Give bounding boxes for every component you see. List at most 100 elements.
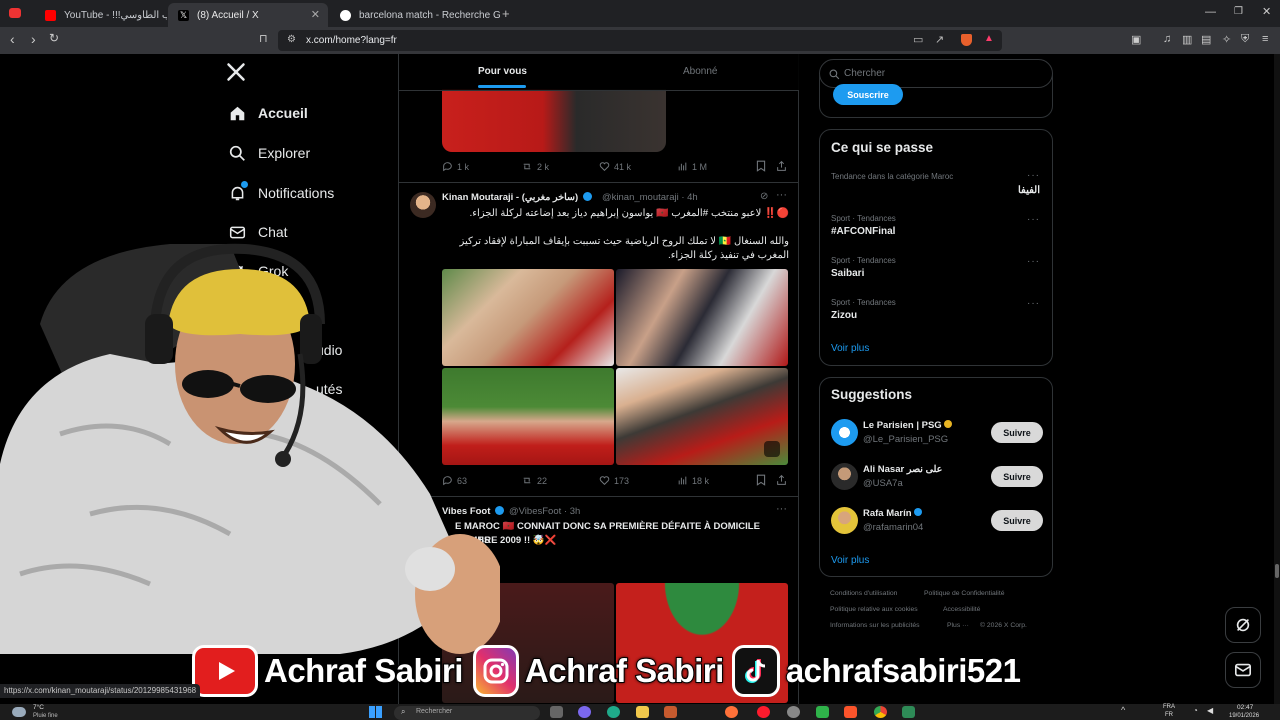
more-options-icon[interactable]: ··· <box>1027 298 1040 309</box>
grok-image-icon[interactable] <box>764 441 780 457</box>
nav-item-home[interactable]: Accueil <box>228 104 308 122</box>
reading-icon[interactable]: ▥ <box>1182 33 1192 46</box>
previous-tweet-image[interactable] <box>442 89 666 152</box>
bookmark-button[interactable] <box>756 474 770 486</box>
music-icon[interactable]: ♫ <box>1163 33 1171 45</box>
screen-icon[interactable]: ▭ <box>913 33 923 46</box>
tab-for-you[interactable]: Pour vous <box>478 66 527 88</box>
follow-button[interactable]: Suivre <box>991 422 1043 443</box>
author-handle[interactable]: @kinan_moutaraji · 4h <box>602 192 698 203</box>
x-logo-icon[interactable] <box>226 62 248 84</box>
more-options-icon[interactable]: ··· <box>1027 170 1040 181</box>
maximize-icon[interactable]: ❐ <box>1234 6 1243 17</box>
menu-icon[interactable]: ≡ <box>1262 33 1268 45</box>
author-handle[interactable]: @VibesFoot · 3h <box>509 506 580 517</box>
more-options-icon[interactable]: ··· <box>776 189 787 201</box>
taskbar-search[interactable]: ⌕ Rechercher <box>394 706 540 720</box>
edge-icon[interactable] <box>607 706 620 718</box>
messages-float-button[interactable] <box>1225 652 1261 688</box>
ai-icon[interactable]: ✧ <box>1222 33 1231 46</box>
volume-icon[interactable]: ◀ <box>1207 706 1213 715</box>
trends-show-more-link[interactable]: Voir plus <box>831 343 869 354</box>
wallet-icon[interactable]: ▤ <box>1201 33 1211 46</box>
avatar[interactable] <box>831 463 858 490</box>
avatar[interactable] <box>831 419 858 446</box>
tiktok-account-name: achrafsabiri521 <box>785 651 1022 690</box>
forward-icon[interactable]: › <box>31 31 36 47</box>
app-icon[interactable] <box>902 706 915 718</box>
media-player-icon[interactable] <box>816 706 829 718</box>
footer-link[interactable]: Plus ··· <box>947 622 969 629</box>
grok-explain-icon[interactable]: ⊘ <box>760 191 768 202</box>
author-name[interactable]: Kinan Moutaraji - (ساخر مغربي) <box>442 192 592 203</box>
nav-item-notifications[interactable]: Notifications <box>228 181 334 202</box>
back-icon[interactable]: ‹ <box>10 31 15 47</box>
views-button[interactable]: 18 k <box>677 475 709 486</box>
clock-date[interactable]: 19/01/2026 <box>1229 713 1259 719</box>
footer-link[interactable]: Conditions d'utilisation <box>830 590 897 597</box>
more-options-icon[interactable]: ··· <box>1027 214 1040 225</box>
brave-icon[interactable] <box>844 706 857 718</box>
footer-link[interactable]: Informations sur les publicités <box>830 622 920 629</box>
repost-button[interactable]: 2 k <box>521 161 549 172</box>
browser-tab-x[interactable]: 𝕏 (8) Accueil / X ✕ <box>168 3 328 27</box>
browser-tab-google[interactable]: barcelona match - Recherche Google <box>330 3 500 27</box>
grok-float-button[interactable] <box>1225 607 1261 643</box>
footer-link[interactable]: Politique relative aux cookies <box>830 606 918 613</box>
share-button[interactable] <box>776 160 791 172</box>
page-scrollbar[interactable] <box>1274 54 1280 704</box>
chat-app-icon[interactable] <box>578 706 591 718</box>
more-options-icon[interactable]: ··· <box>776 503 787 515</box>
explorer-icon[interactable] <box>636 706 649 718</box>
chrome-icon[interactable] <box>874 706 887 718</box>
share-button[interactable] <box>776 474 791 486</box>
language-indicator[interactable]: FRA FR <box>1163 704 1179 720</box>
repost-button[interactable]: 22 <box>521 475 547 486</box>
address-bar[interactable]: ⚙ x.com/home?lang=fr ▭ ↗ ▲ <box>278 30 1002 51</box>
weather-icon[interactable] <box>12 707 26 717</box>
tab-following[interactable]: Abonné <box>683 66 717 77</box>
reply-button[interactable]: 1 k <box>442 161 469 172</box>
browser-tab-youtube[interactable]: YouTube - !!!لما يغضب الطاوسي <box>35 3 167 27</box>
notification-badge <box>241 181 248 188</box>
opera-icon[interactable] <box>757 706 770 718</box>
bookmark-icon <box>756 160 766 172</box>
brave-shield-icon[interactable] <box>961 34 972 46</box>
site-info-icon[interactable]: ⚙ <box>287 34 296 45</box>
browser-menu-icon[interactable] <box>9 8 21 18</box>
bookmark-button[interactable] <box>756 160 770 172</box>
task-view-icon[interactable] <box>550 706 563 718</box>
more-options-icon[interactable]: ··· <box>1027 256 1040 267</box>
like-button[interactable]: 41 k <box>599 161 631 172</box>
like-button[interactable]: 173 <box>599 475 629 486</box>
views-button[interactable]: 1 M <box>677 161 707 172</box>
settings-icon[interactable] <box>787 706 800 718</box>
clock-time[interactable]: 02:47 <box>1237 704 1253 711</box>
reload-icon[interactable]: ↻ <box>49 31 59 45</box>
tweet-photo[interactable] <box>616 269 788 366</box>
wifi-icon[interactable]: ◔ <box>1193 706 1198 715</box>
firefox-icon[interactable] <box>725 706 738 718</box>
sidebar-toggle-icon[interactable]: ▣ <box>1131 33 1141 46</box>
bookmark-icon[interactable]: ⊓ <box>259 32 268 45</box>
brave-rewards-icon[interactable]: ▲ <box>984 33 994 44</box>
close-tab-icon[interactable]: ✕ <box>311 8 320 21</box>
follow-button[interactable]: Suivre <box>991 466 1043 487</box>
share-icon[interactable]: ↗ <box>935 33 944 46</box>
follow-button[interactable]: Suivre <box>991 510 1043 531</box>
close-window-icon[interactable]: ✕ <box>1262 5 1271 18</box>
minimize-icon[interactable]: — <box>1205 6 1216 18</box>
scrollbar-thumb[interactable] <box>1275 564 1279 578</box>
avatar[interactable] <box>831 507 858 534</box>
nav-item-explore[interactable]: Explorer <box>228 144 310 162</box>
new-tab-button[interactable]: + <box>502 6 510 21</box>
vpn-icon[interactable]: ⛨ <box>1241 33 1249 46</box>
suggestions-show-more-link[interactable]: Voir plus <box>831 555 869 566</box>
tweet-photo[interactable] <box>616 368 788 465</box>
subscribe-button[interactable]: Souscrire <box>833 84 903 105</box>
windows-start-icon[interactable] <box>369 706 382 718</box>
footer-link[interactable]: Accessibilité <box>943 606 980 613</box>
tray-chevron-icon[interactable]: ^ <box>1121 705 1125 715</box>
app-icon[interactable] <box>664 706 677 718</box>
footer-link[interactable]: Politique de Confidentialité <box>924 590 1004 597</box>
